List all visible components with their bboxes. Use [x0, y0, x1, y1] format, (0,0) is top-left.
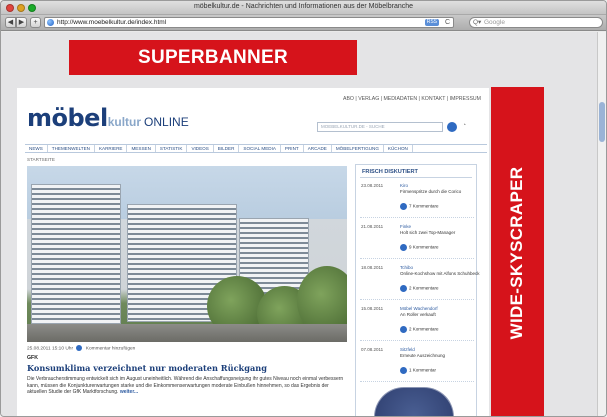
comment-icon	[76, 345, 83, 351]
article-date: 25.08.2011 15:10 Uhr	[27, 346, 74, 352]
back-button[interactable]: ◀	[5, 17, 16, 28]
item-date: 07.08.2011	[361, 347, 384, 352]
nav-item-print[interactable]: PRINT	[281, 145, 304, 152]
search-icon: Q▾	[473, 19, 482, 26]
nav-item-news[interactable]: NEWS	[25, 145, 48, 152]
superbanner-ad[interactable]: SUPERBANNER	[69, 40, 357, 75]
nav-item-videos[interactable]: VIDEOS	[187, 145, 214, 152]
item-subtitle: Online-Kochshow mit Alfons Schuhbeck	[400, 271, 480, 276]
reload-button[interactable]: C	[445, 18, 450, 27]
item-comment-count: 2 Kommentare	[409, 285, 439, 291]
website-page: ABO | VERLAG | MEDIADATEN | KONTAKT | IM…	[17, 88, 489, 416]
search-placeholder: Google	[484, 19, 505, 26]
item-comments[interactable]: 9 Kommentare	[400, 244, 439, 251]
item-date: 18.08.2011	[361, 265, 384, 270]
nav-item-statistik[interactable]: STATISTIK	[156, 145, 188, 152]
item-title[interactable]: Möbel Wachendorf	[400, 306, 438, 311]
nav-item-moebelfertigung[interactable]: MÖBELFERTIGUNG	[332, 145, 384, 152]
address-bar[interactable]: http://www.moebelkultur.de/index.html RS…	[44, 17, 454, 28]
item-comment-count: 1 Kommentar	[409, 367, 437, 373]
nav-item-themenwelten[interactable]: THEMENWELTEN	[48, 145, 95, 152]
breadcrumb[interactable]: STARTSEITE	[27, 157, 55, 162]
nav-item-kuechon[interactable]: KÜCHON	[384, 145, 413, 152]
top-navigation[interactable]: ABO | VERLAG | MEDIADATEN | KONTAKT | IM…	[343, 96, 481, 102]
title-bar: möbelkultur.de - Nachrichten und Informa…	[1, 1, 606, 15]
add-bookmark-button[interactable]: +	[30, 17, 41, 28]
web-content: SUPERBANNER WIDE-SKYSCRAPER ABO | VERLAG…	[1, 32, 599, 416]
browser-window: möbelkultur.de - Nachrichten und Informa…	[0, 0, 607, 417]
article-teaser: Die Verbraucherstimmung entwickelt sich …	[27, 376, 347, 396]
award-seal-image[interactable]	[374, 387, 454, 416]
item-comment-count: 9 Kommentare	[409, 244, 439, 250]
globe-icon	[47, 19, 54, 26]
item-comment-count: 2 Kommentare	[409, 326, 439, 332]
article-headline[interactable]: Konsumklima verzeichnet nur moderaten Rü…	[27, 363, 267, 373]
item-comment-count: 7 Kommentare	[409, 203, 439, 209]
site-search-input[interactable]: MOEBELKULTUR.DE - SUCHE	[317, 122, 443, 132]
item-title[interactable]: Tchibo	[400, 265, 413, 270]
rss-button[interactable]: RSS	[424, 19, 439, 26]
scrollbar-thumb[interactable]	[599, 102, 605, 142]
browser-toolbar: ◀ ▶ + http://www.moebelkultur.de/index.h…	[1, 15, 606, 31]
nav-item-karriere[interactable]: KARRIERE	[95, 145, 128, 152]
logo-moebel: möbel	[27, 104, 108, 132]
item-title[interactable]: Kiro	[400, 183, 408, 188]
nav-item-social-media[interactable]: SOCIAL MEDIA	[239, 145, 281, 152]
article-meta: 25.08.2011 15:10 Uhr Kommentar hinzufüge…	[27, 345, 135, 351]
item-subtitle: Erneute Auszeichnung	[400, 353, 446, 358]
sidebar-title: FRISCH DISKUTIERT	[362, 169, 418, 175]
item-subtitle: An Roller verkauft	[400, 312, 436, 317]
item-title[interactable]: Finke	[400, 224, 411, 229]
read-more-link[interactable]: weiter...	[120, 389, 138, 395]
sidebar-divider	[360, 177, 472, 178]
logo-online: ONLINE	[144, 115, 189, 129]
item-date: 15.08.2011	[361, 306, 384, 311]
discussion-item[interactable]: 18.08.2011 Tchibo Online-Kochshow mit Al…	[360, 262, 480, 300]
item-title[interactable]: Sitzfeld	[400, 347, 415, 352]
item-comments[interactable]: 2 Kommentare	[400, 285, 439, 292]
road-shape	[27, 324, 347, 342]
rss-icon[interactable]: ◔	[462, 122, 466, 129]
nav-item-bilder[interactable]: BILDER	[214, 145, 240, 152]
discussion-item[interactable]: 15.08.2011 Möbel Wachendorf An Roller ve…	[360, 303, 474, 341]
site-search-button[interactable]	[447, 122, 457, 132]
window-title: möbelkultur.de - Nachrichten und Informa…	[193, 3, 414, 10]
item-date: 21.08.2011	[361, 224, 384, 229]
vertical-scrollbar[interactable]	[597, 32, 606, 416]
discussion-sidebar: FRISCH DISKUTIERT 23.08.2011 Kiro Firmen…	[355, 164, 480, 416]
nav-item-arcade[interactable]: ARCADE	[304, 145, 332, 152]
item-comments[interactable]: 1 Kommentar	[400, 367, 436, 374]
comment-icon	[400, 203, 407, 210]
nav-item-messen[interactable]: MESSEN	[127, 145, 156, 152]
site-logo[interactable]: möbelkultur ONLINE	[27, 104, 189, 132]
comment-icon	[400, 326, 407, 333]
skyscraper-label: WIDE-SKYSCRAPER	[507, 166, 526, 340]
item-comments[interactable]: 2 Kommentare	[400, 326, 439, 333]
skyscraper-ad[interactable]: WIDE-SKYSCRAPER	[491, 87, 544, 416]
add-comment-link[interactable]: Kommentar hinzufügen	[86, 346, 136, 351]
item-subtitle: Firmenspritze durch die Corico	[400, 189, 462, 194]
article-hero-image[interactable]	[27, 166, 347, 342]
main-navigation: NEWS THEMENWELTEN KARRIERE MESSEN STATIS…	[25, 144, 487, 153]
search-field[interactable]: Q▾ Google	[469, 17, 603, 28]
comment-icon	[400, 367, 407, 374]
article-teaser-text: Die Verbraucherstimmung entwickelt sich …	[27, 376, 344, 396]
logo-kultur: kultur	[107, 115, 142, 129]
url-text: http://www.moebelkultur.de/index.html	[57, 19, 167, 26]
building-shape	[31, 184, 121, 324]
item-comments[interactable]: 7 Kommentare	[400, 203, 439, 210]
comment-icon	[400, 244, 407, 251]
forward-button[interactable]: ▶	[16, 17, 27, 28]
item-subtitle: Holt sich zwei Top-Manager	[400, 230, 456, 235]
comment-icon	[400, 285, 407, 292]
article-kicker: GFK	[27, 355, 38, 361]
discussion-item[interactable]: 21.08.2011 Finke Holt sich zwei Top-Mana…	[360, 221, 474, 259]
item-date: 23.08.2011	[361, 183, 384, 188]
discussion-item[interactable]: 07.08.2011 Sitzfeld Erneute Auszeichnung…	[360, 344, 474, 382]
discussion-item[interactable]: 23.08.2011 Kiro Firmenspritze durch die …	[360, 180, 474, 218]
